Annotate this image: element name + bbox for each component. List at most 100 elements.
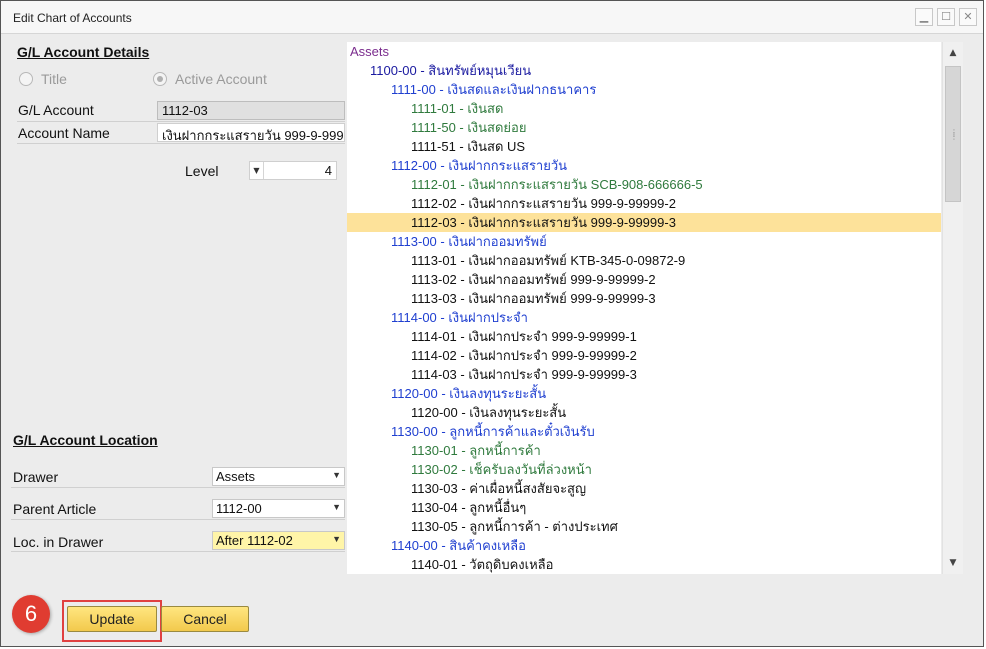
- tree-item[interactable]: Assets: [347, 42, 941, 61]
- tree-item[interactable]: 1111-00 - เงินสดและเงินฝากธนาคาร: [347, 80, 941, 99]
- tree-item-label: 1111-50 - เงินสดย่อย: [411, 120, 527, 135]
- tree-item-label: 1114-00 - เงินฝากประจำ: [391, 310, 528, 325]
- scroll-thumb[interactable]: ⋮ ⋮: [945, 66, 961, 202]
- tree-item[interactable]: 1111-50 - เงินสดย่อย: [347, 118, 941, 137]
- tree-item[interactable]: 1114-03 - เงินฝากประจำ 999-9-99999-3: [347, 365, 941, 384]
- parent-article-value: 1112-00: [216, 501, 262, 516]
- tree-item-label: 1111-01 - เงินสด: [411, 101, 504, 116]
- step-badge: 6: [12, 595, 50, 633]
- close-icon[interactable]: ✕: [959, 8, 977, 26]
- maximize-icon[interactable]: ☐: [937, 8, 955, 26]
- window-title: Edit Chart of Accounts: [13, 11, 132, 25]
- tree-item[interactable]: 1130-04 - ลูกหนี้อื่นๆ: [347, 498, 941, 517]
- tree-item-label: 1111-00 - เงินสดและเงินฝากธนาคาร: [391, 82, 597, 97]
- tree-item[interactable]: 1130-05 - ลูกหนี้การค้า - ต่างประเทศ: [347, 517, 941, 536]
- tree-item[interactable]: 1114-00 - เงินฝากประจำ: [347, 308, 941, 327]
- accounts-tree[interactable]: Assets 1100-00 - สินทรัพย์หมุนเวียน 1111-0…: [347, 42, 941, 574]
- gl-account-label: G/L Account: [18, 102, 94, 118]
- tree-item[interactable]: 1130-03 - ค่าเผื่อหนี้สงสัยจะสูญ: [347, 479, 941, 498]
- tree-item-label: 1114-01 - เงินฝากประจำ 999-9-99999-1: [411, 329, 637, 344]
- tree-item[interactable]: 1114-02 - เงินฝากประจำ 999-9-99999-2: [347, 346, 941, 365]
- radio-active-account[interactable]: Active Account: [153, 71, 267, 87]
- loc-in-drawer-value: After 1112-02: [216, 533, 293, 548]
- tree-item[interactable]: 1130-02 - เช็ครับลงวันที่ล่วงหน้า: [347, 460, 941, 479]
- cancel-button[interactable]: Cancel: [161, 606, 249, 632]
- title-bar: Edit Chart of Accounts ▁ ☐ ✕: [1, 1, 983, 34]
- tree-item-label: 1112-03 - เงินฝากกระแสรายวัน 999-9-99999…: [411, 215, 676, 230]
- scroll-down-icon[interactable]: ▼: [943, 554, 963, 572]
- tree-item[interactable]: 1112-01 - เงินฝากกระแสรายวัน SCB-908-666…: [347, 175, 941, 194]
- radio-circle-checked-icon: [153, 72, 167, 86]
- tree-item-label: 1130-03 - ค่าเผื่อหนี้สงสัยจะสูญ: [411, 481, 587, 496]
- tree-item-label: 1113-02 - เงินฝากออมทรัพย์ 999-9-99999-2: [411, 272, 656, 287]
- tree-item-label: 1120-00 - เงินลงทุนระยะสั้น: [391, 386, 547, 401]
- tree-item[interactable]: 1100-00 - สินทรัพย์หมุนเวียน: [347, 61, 941, 80]
- level-value: 4: [324, 163, 332, 178]
- tree-item[interactable]: 1113-03 - เงินฝากออมทรัพย์ 999-9-99999-3: [347, 289, 941, 308]
- parent-article-select[interactable]: 1112-00 ▼: [212, 499, 345, 518]
- chevron-down-icon: ▼: [332, 534, 341, 544]
- minimize-icon[interactable]: ▁: [915, 8, 933, 26]
- parent-article-label: Parent Article: [13, 501, 97, 517]
- scroll-up-icon[interactable]: ▲: [943, 44, 963, 62]
- tree-item-label: 1113-03 - เงินฝากออมทรัพย์ 999-9-99999-3: [411, 291, 656, 306]
- tree-item[interactable]: 1120-00 - เงินลงทุนระยะสั้น: [347, 384, 941, 403]
- tree-item[interactable]: 1112-02 - เงินฝากกระแสรายวัน 999-9-99999…: [347, 194, 941, 213]
- tree-item[interactable]: 1130-00 - ลูกหนี้การค้าและตั๋วเงินรับ: [347, 422, 941, 441]
- divider: [11, 487, 345, 488]
- tree-item[interactable]: 1113-00 - เงินฝากออมทรัพย์: [347, 232, 941, 251]
- chevron-down-icon[interactable]: ▼: [250, 162, 264, 179]
- divider: [17, 143, 345, 144]
- tree-scrollbar[interactable]: ▲ ⋮ ⋮ ▼: [942, 42, 963, 574]
- radio-title-label: Title: [41, 71, 67, 87]
- divider: [17, 121, 345, 122]
- tree-item[interactable]: 1111-51 - เงินสด US: [347, 137, 941, 156]
- radio-active-label: Active Account: [175, 71, 267, 87]
- level-stepper[interactable]: ▼ 4: [249, 161, 337, 180]
- tree-item[interactable]: 1112-00 - เงินฝากกระแสรายวัน: [347, 156, 941, 175]
- edit-chart-of-accounts-window: Edit Chart of Accounts ▁ ☐ ✕ G/L Account…: [0, 0, 984, 647]
- tree-item-label: 1140-01 - วัตถุดิบคงเหลือ: [411, 557, 554, 572]
- tree-item[interactable]: 1113-02 - เงินฝากออมทรัพย์ 999-9-99999-2: [347, 270, 941, 289]
- chevron-down-icon: ▼: [332, 470, 341, 480]
- tree-item-label: 1114-03 - เงินฝากประจำ 999-9-99999-3: [411, 367, 637, 382]
- account-name-label: Account Name: [18, 125, 110, 141]
- tree-item-label: 1112-02 - เงินฝากกระแสรายวัน 999-9-99999…: [411, 196, 676, 211]
- tree-item-label: 1130-05 - ลูกหนี้การค้า - ต่างประเทศ: [411, 519, 618, 534]
- tree-item[interactable]: 1130-01 - ลูกหนี้การค้า: [347, 441, 941, 460]
- tree-item[interactable]: 1140-00 - สินค้าคงเหลือ: [347, 536, 941, 555]
- radio-circle-icon: [19, 72, 33, 86]
- loc-in-drawer-label: Loc. in Drawer: [13, 534, 104, 550]
- details-header: G/L Account Details: [17, 44, 150, 60]
- tree-item-label: 1130-04 - ลูกหนี้อื่นๆ: [411, 500, 527, 515]
- loc-in-drawer-select[interactable]: After 1112-02 ▼: [212, 531, 345, 550]
- chevron-down-icon: ▼: [332, 502, 341, 512]
- tree-item-label: 1113-01 - เงินฝากออมทรัพย์ KTB-345-0-098…: [411, 253, 686, 268]
- tree-item-label: 1113-00 - เงินฝากออมทรัพย์: [391, 234, 547, 249]
- tree-item-label: 1112-01 - เงินฝากกระแสรายวัน SCB-908-666…: [411, 177, 703, 192]
- tree-item-label: 1114-02 - เงินฝากประจำ 999-9-99999-2: [411, 348, 637, 363]
- tree-item-label: 1130-01 - ลูกหนี้การค้า: [411, 443, 541, 458]
- tree-item[interactable]: 1140-01 - วัตถุดิบคงเหลือ: [347, 555, 941, 574]
- tree-item-selected[interactable]: 1112-03 - เงินฝากกระแสรายวัน 999-9-99999…: [347, 213, 941, 232]
- drawer-value: Assets: [216, 469, 256, 484]
- divider: [11, 519, 345, 520]
- tree-item[interactable]: 1111-01 - เงินสด: [347, 99, 941, 118]
- location-header: G/L Account Location: [13, 432, 158, 448]
- tree-item[interactable]: 1113-01 - เงินฝากออมทรัพย์ KTB-345-0-098…: [347, 251, 941, 270]
- tree-item-label: 1120-00 - เงินลงทุนระยะสั้น: [411, 405, 567, 420]
- radio-title[interactable]: Title: [19, 71, 67, 87]
- drawer-select[interactable]: Assets ▼: [212, 467, 345, 486]
- tree-item-label: 1100-00 - สินทรัพย์หมุนเวียน: [370, 63, 532, 78]
- update-button[interactable]: Update: [67, 606, 157, 632]
- gl-account-field: 1112-03: [157, 101, 345, 120]
- dialog-content: G/L Account Details Title Active Account…: [1, 34, 983, 646]
- grip-icon: ⋮ ⋮: [950, 128, 958, 141]
- tree-item[interactable]: 1114-01 - เงินฝากประจำ 999-9-99999-1: [347, 327, 941, 346]
- drawer-label: Drawer: [13, 469, 59, 485]
- tree-item-label: 1140-00 - สินค้าคงเหลือ: [391, 538, 526, 553]
- tree-item-label: 1111-51 - เงินสด US: [411, 139, 526, 154]
- account-name-field[interactable]: เงินฝากกระแสรายวัน 999-9-999: [157, 123, 345, 142]
- tree-item-label: 1130-00 - ลูกหนี้การค้าและตั๋วเงินรับ: [391, 424, 595, 439]
- tree-item[interactable]: 1120-00 - เงินลงทุนระยะสั้น: [347, 403, 941, 422]
